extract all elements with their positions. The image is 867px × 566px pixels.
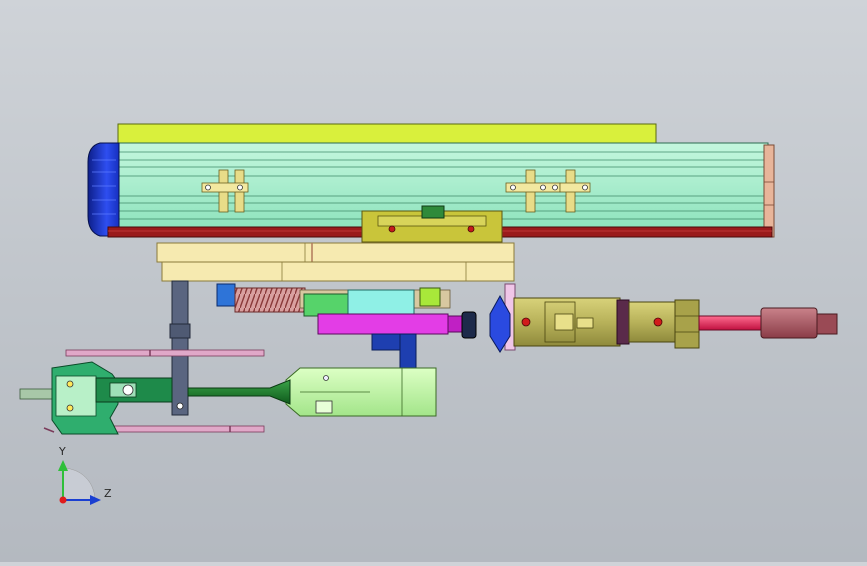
cylinder-band [616, 299, 630, 345]
cad-viewport[interactable]: Y Z [0, 0, 867, 562]
dispense-gun[interactable] [187, 367, 437, 417]
blue-stop-block [216, 283, 236, 307]
gripper-head[interactable] [19, 361, 173, 435]
magenta-block [317, 313, 449, 335]
gripper-stem [19, 388, 55, 400]
cylinder-rear-cap [628, 301, 676, 343]
linear-module[interactable] [87, 123, 775, 243]
green-block [303, 293, 349, 317]
cylinder-gland [674, 299, 700, 349]
mount-block-upper [156, 242, 515, 263]
cyan-block [347, 289, 415, 317]
gun-nozzle [187, 379, 291, 405]
small-lime-block [419, 287, 441, 307]
right-end-cap [763, 144, 775, 238]
z-axis-arrow [90, 495, 101, 505]
coordinate-triad: Y Z [58, 445, 112, 505]
x-axis-dot [59, 496, 67, 504]
pneumatic-cylinder[interactable] [461, 283, 838, 353]
z-axis-label: Z [104, 487, 112, 500]
y-axis-label: Y [58, 445, 66, 458]
spring [234, 287, 306, 313]
y-axis-arrow [58, 460, 68, 471]
slate-bracket [169, 280, 191, 416]
rod-end-weight [760, 307, 818, 339]
mount-plate-assembly [156, 242, 515, 282]
carriage-block[interactable] [361, 205, 503, 243]
rod-end-nut [816, 313, 838, 335]
assembly-drawing: Y Z [19, 123, 838, 505]
left-end-cap [87, 142, 120, 237]
top-plate [117, 123, 657, 144]
mount-block-lower [161, 261, 515, 282]
piston-rod [698, 315, 762, 331]
